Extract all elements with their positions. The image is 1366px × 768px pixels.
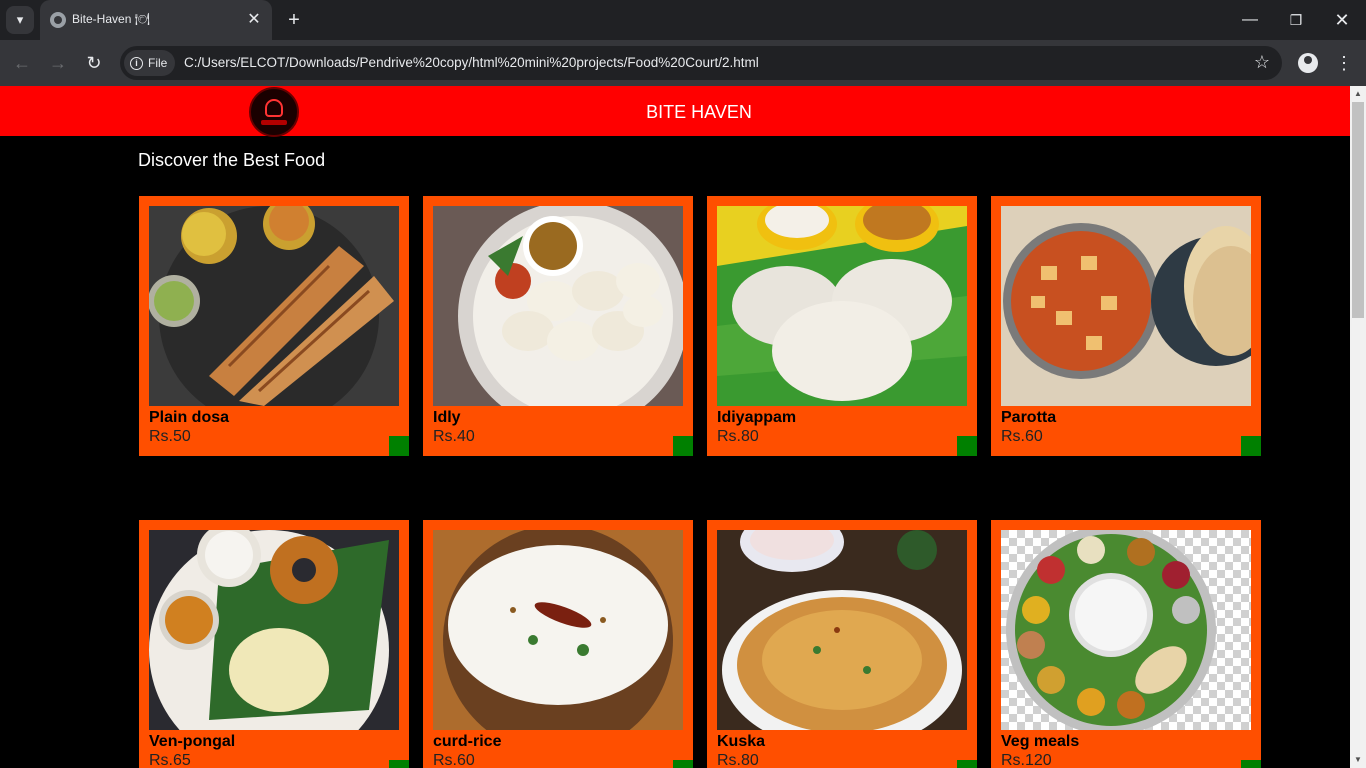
food-price: Rs.40: [433, 428, 475, 445]
browser-tabstrip: ▾ Bite-Haven 🍽 ✕ + — ❐ ✕: [0, 0, 1366, 40]
add-to-cart-button[interactable]: [389, 436, 409, 456]
food-name: curd-rice: [433, 733, 502, 750]
food-name: Idly: [433, 409, 461, 426]
food-card[interactable]: Idly Rs.40: [423, 196, 693, 456]
food-price: Rs.50: [149, 428, 191, 445]
food-image: [149, 206, 399, 406]
veg-meals-image: [1001, 530, 1251, 730]
food-image: [717, 206, 967, 406]
site-header: BITE HAVEN: [0, 86, 1350, 137]
food-name: Veg meals: [1001, 733, 1080, 750]
restore-button[interactable]: ❐: [1284, 8, 1308, 32]
add-to-cart-button[interactable]: [957, 760, 977, 768]
food-image: [433, 530, 683, 730]
scroll-down-arrow[interactable]: ▼: [1350, 752, 1366, 768]
food-name: Parotta: [1001, 409, 1057, 426]
food-name: Kuska: [717, 733, 766, 750]
food-card[interactable]: curd-rice Rs.60: [423, 520, 693, 768]
food-price: Rs.60: [433, 752, 475, 768]
browser-tab[interactable]: Bite-Haven 🍽 ✕: [40, 0, 272, 40]
add-to-cart-button[interactable]: [1241, 760, 1261, 768]
page-viewport: BITE HAVEN Discover the Best Food Plain …: [0, 86, 1350, 768]
site-info-chip[interactable]: i File: [124, 50, 176, 76]
parotta-image: [1001, 206, 1251, 406]
ven-pongal-image: [149, 530, 399, 730]
food-image: [1001, 530, 1251, 730]
back-button[interactable]: ←: [10, 51, 34, 75]
window-close-button[interactable]: ✕: [1330, 8, 1354, 32]
food-price: Rs.65: [149, 752, 191, 768]
food-card[interactable]: Plain dosa Rs.50: [139, 196, 409, 456]
food-image: [433, 206, 683, 406]
add-to-cart-button[interactable]: [673, 760, 693, 768]
minimize-button[interactable]: —: [1238, 8, 1262, 32]
food-card[interactable]: Parotta Rs.60: [991, 196, 1261, 456]
reload-button[interactable]: ↻: [82, 51, 106, 75]
info-icon: i: [130, 56, 143, 70]
menu-kebab-icon[interactable]: ⋮: [1334, 50, 1354, 76]
food-image: [1001, 206, 1251, 406]
scroll-up-arrow[interactable]: ▲: [1350, 86, 1366, 102]
idly-image: [433, 206, 683, 406]
tab-search-button[interactable]: ▾: [6, 6, 34, 34]
add-to-cart-button[interactable]: [389, 760, 409, 768]
food-card[interactable]: Kuska Rs.80: [707, 520, 977, 768]
add-to-cart-button[interactable]: [957, 436, 977, 456]
page-tagline: Discover the Best Food: [138, 150, 326, 170]
forward-button[interactable]: →: [46, 51, 70, 75]
food-price: Rs.80: [717, 428, 759, 445]
food-card[interactable]: Idiyappam Rs.80: [707, 196, 977, 456]
food-image: [717, 530, 967, 730]
globe-icon: [50, 12, 66, 28]
kuska-image: [717, 530, 967, 730]
url-text[interactable]: C:/Users/ELCOT/Downloads/Pendrive%20copy…: [184, 55, 759, 70]
idiyappam-image: [717, 206, 967, 406]
food-name: Plain dosa: [149, 409, 230, 426]
food-card[interactable]: Ven-pongal Rs.65: [139, 520, 409, 768]
food-card[interactable]: Veg meals Rs.120: [991, 520, 1261, 768]
bookmark-star-icon[interactable]: ☆: [1254, 52, 1270, 73]
plain-dosa-image: [149, 206, 399, 406]
file-chip-label: File: [148, 56, 168, 70]
add-to-cart-button[interactable]: [673, 436, 693, 456]
food-price: Rs.60: [1001, 428, 1043, 445]
new-tab-button[interactable]: +: [282, 8, 306, 32]
food-price: Rs.120: [1001, 752, 1052, 768]
food-name: Idiyappam: [717, 409, 797, 426]
site-title: BITE HAVEN: [646, 102, 752, 122]
food-image: [149, 530, 399, 730]
curd-rice-image: [433, 530, 683, 730]
scrollbar-thumb[interactable]: [1352, 102, 1364, 318]
address-bar[interactable]: i File C:/Users/ELCOT/Downloads/Pendrive…: [120, 46, 1282, 80]
add-to-cart-button[interactable]: [1241, 436, 1261, 456]
profile-icon[interactable]: [1298, 53, 1318, 73]
food-price: Rs.80: [717, 752, 759, 768]
tab-title: Bite-Haven 🍽: [72, 12, 150, 26]
food-name: Ven-pongal: [149, 733, 236, 750]
browser-toolbar: ← → ↻ i File C:/Users/ELCOT/Downloads/Pe…: [0, 40, 1366, 86]
tab-close-icon[interactable]: ✕: [244, 10, 264, 30]
